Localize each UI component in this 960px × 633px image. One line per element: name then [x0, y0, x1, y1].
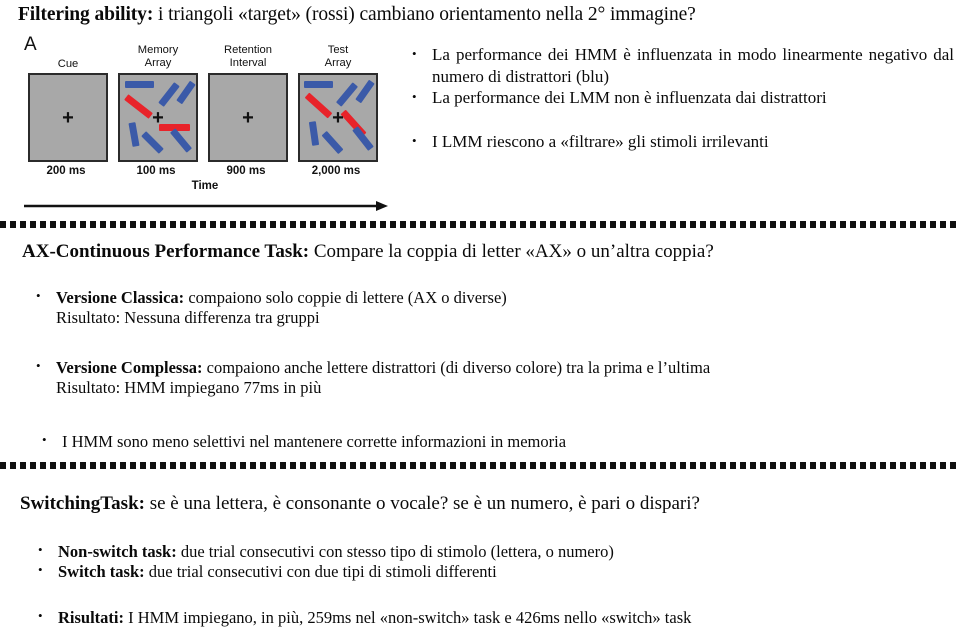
list-item-bold: Switch task: [58, 562, 145, 581]
panel-caption-retention-interval-line2: Interval [229, 57, 267, 69]
distractor-bar-blue [128, 122, 140, 147]
target-bar-red [304, 92, 333, 119]
time-arrow-icon [24, 201, 388, 211]
distractor-bar-blue [125, 81, 154, 88]
list-item: Versione Complessa: compaiono anche lett… [30, 356, 940, 398]
panel-caption-cue: Cue [28, 58, 108, 71]
list-item-bold: Versione Complessa: [56, 358, 203, 377]
axcpt-bullets: Versione Classica: compaiono solo coppie… [30, 286, 940, 328]
fixation-cross-icon: + [242, 106, 254, 129]
panel-duration-test-array: 2,000 ms [311, 165, 361, 177]
stimulus-panel-retention-interval: + [208, 73, 288, 162]
axcpt-heading-rest: Compare la coppia di letter «AX» o un’al… [309, 241, 714, 262]
list-item-subtext: Risultato: Nessuna differenza tra gruppi [56, 308, 320, 327]
stimulus-panel-memory-array: + [118, 73, 198, 162]
stimulus-panel-test-array: + [298, 73, 378, 162]
distractor-bar-blue [304, 81, 333, 88]
list-item-rest: compaiono anche lettere distrattori (di … [202, 358, 711, 377]
panel-caption-memory-array-line1: Memory [137, 44, 179, 56]
distractor-bar-blue [308, 121, 320, 146]
switching-task-results: Risultati: I HMM impiegano, in più, 259m… [32, 606, 942, 628]
distractor-bar-blue [321, 130, 344, 155]
list-item-rest: compaiono solo coppie di lettere (AX o d… [184, 288, 507, 307]
panel-caption-retention-interval: Retention Interval [208, 44, 288, 70]
time-axis-label: Time [191, 180, 219, 192]
distractor-bar-blue [169, 128, 193, 153]
distractor-bar-blue [335, 82, 359, 107]
switching-task-heading-rest: se è una lettera, è consonante o vocale?… [144, 493, 700, 514]
figure-panel-letter: A [24, 34, 37, 55]
panel-caption-test-array-line1: Test [327, 44, 349, 56]
list-item-rest: due trial consecutivi con due tipi di st… [144, 562, 497, 581]
stimulus-panel-cue: + [28, 73, 108, 162]
panel-caption-test-array: Test Array [298, 44, 378, 70]
panel-caption-cue-line1: Cue [57, 58, 79, 70]
axcpt-bullets-complex: Versione Complessa: compaiono anche lett… [30, 356, 940, 398]
page-title: Filtering ability: i triangoli «target» … [18, 3, 948, 27]
target-bar-red [124, 94, 153, 119]
distractor-bar-blue [158, 82, 180, 107]
section-divider [0, 461, 960, 469]
list-item-rest: I HMM sono meno selettivi nel mantenere … [62, 432, 567, 451]
page-title-bold: Filtering ability: [18, 4, 154, 25]
distractor-bar-blue [355, 79, 375, 104]
panel-duration-retention-interval: 900 ms [226, 165, 266, 177]
distractor-bar-blue [141, 131, 164, 154]
panel-caption-retention-interval-line1: Retention [224, 44, 272, 56]
list-item-subtext: Risultato: HMM impiegano 77ms in più [56, 378, 322, 397]
list-item: Versione Classica: compaiono solo coppie… [30, 286, 940, 328]
list-item-rest: due trial consecutivi con stesso tipo di… [176, 542, 614, 561]
fixation-cross-icon: + [332, 106, 344, 129]
list-item: Non-switch task: due trial consecutivi c… [32, 540, 942, 562]
axcpt-heading: AX-Continuous Performance Task: Compare … [22, 240, 942, 263]
list-item: I LMM riescono a «filtrare» gli stimoli … [406, 130, 954, 153]
list-item: La performance dei HMM è influenzata in … [406, 43, 954, 87]
switching-task-bullets: Non-switch task: due trial consecutivi c… [32, 540, 942, 582]
list-item-bold: Risultati: [58, 608, 124, 627]
list-item-bold: Non-switch task: [58, 542, 177, 561]
panel-caption-memory-array-line2: Array [144, 57, 172, 69]
panel-caption-memory-array: Memory Array [118, 44, 198, 70]
panel-caption-test-array-line2: Array [324, 57, 352, 69]
list-item: La performance dei LMM non è influenzata… [406, 86, 954, 109]
list-item-bold: Versione Classica: [56, 288, 185, 307]
panel-duration-memory-array: 100 ms [136, 165, 176, 177]
list-item: Risultati: I HMM impiegano, in più, 259m… [32, 606, 942, 628]
distractor-bar-blue [176, 80, 196, 105]
list-item: Switch task: due trial consecutivi con d… [32, 560, 942, 582]
switching-task-heading-bold: SwitchingTask: [20, 493, 145, 514]
page-title-rest: i triangoli «target» (rossi) cambiano or… [153, 4, 696, 25]
axcpt-heading-bold: AX-Continuous Performance Task: [22, 241, 310, 262]
fixation-cross-icon: + [152, 106, 164, 129]
list-item-rest: I HMM impiegano, in più, 259ms nel «non-… [124, 608, 692, 627]
working-memory-task-figure: A Cue Memory Array Retention Interval Te… [0, 32, 400, 212]
filtering-results-bullets: La performance dei HMM è influenzata in … [406, 43, 954, 153]
switching-task-heading: SwitchingTask: se è una lettera, è conso… [20, 492, 940, 515]
section-divider [0, 220, 960, 228]
panel-duration-cue: 200 ms [46, 165, 86, 177]
list-item: I HMM sono meno selettivi nel mantenere … [36, 430, 946, 452]
axcpt-conclusion: I HMM sono meno selettivi nel mantenere … [36, 430, 946, 452]
fixation-cross-icon: + [62, 106, 74, 129]
